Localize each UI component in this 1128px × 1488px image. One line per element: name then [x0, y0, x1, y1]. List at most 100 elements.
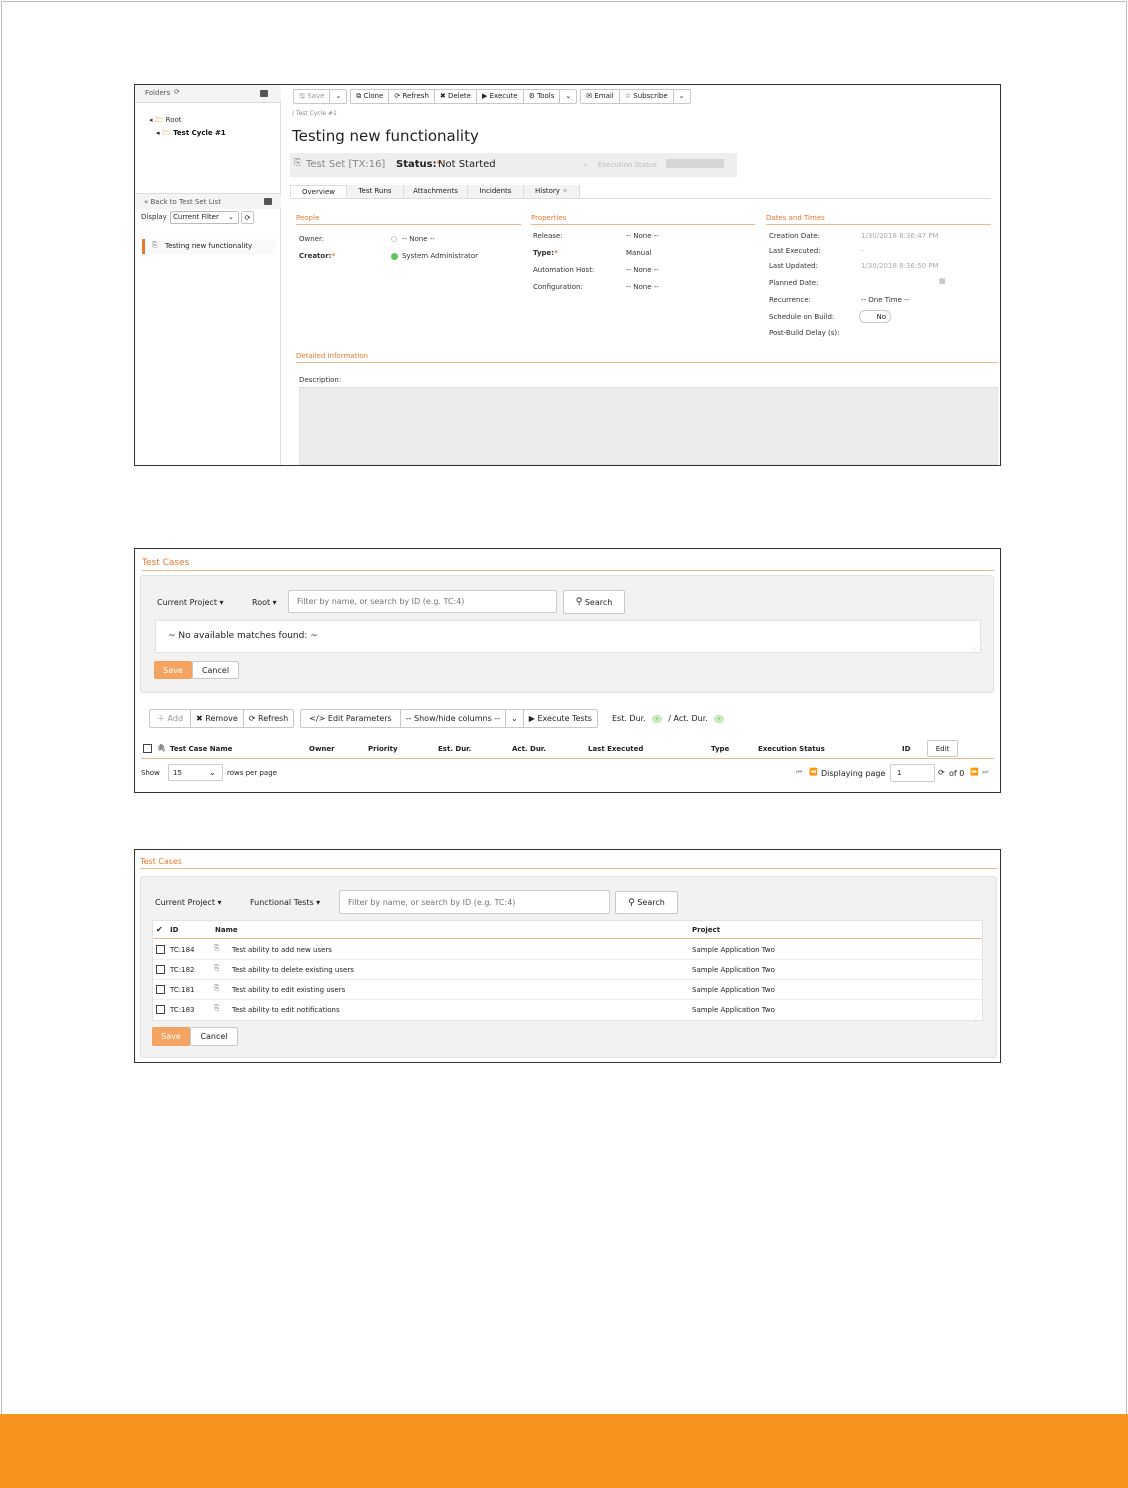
col-owner[interactable]: Owner	[309, 745, 335, 753]
next-page-icon[interactable]: ⏩	[970, 768, 979, 776]
email-button[interactable]: ✉ Email	[581, 90, 620, 103]
show-hide-columns-select[interactable]: -- Show/hide columns --	[401, 710, 507, 727]
edit-parameters-button[interactable]: </> Edit Parameters	[301, 710, 401, 727]
edit-button[interactable]: Edit	[927, 740, 958, 757]
status-label: Status:*	[396, 159, 442, 170]
save-button[interactable]: Save	[152, 1027, 190, 1046]
save-dropdown-button[interactable]: ⌄	[330, 90, 346, 103]
display-filter-select[interactable]: Current Filter ⌄	[170, 211, 239, 224]
remove-button[interactable]: ✖ Remove	[191, 710, 244, 727]
execute-button[interactable]: ▶ Execute	[477, 90, 524, 103]
list-item-selected[interactable]: ⎘ Testing new functionality	[142, 239, 276, 254]
execute-tests-button[interactable]: ▶ Execute Tests	[524, 710, 597, 727]
save-button[interactable]: 🖫 Save	[294, 90, 331, 103]
last-updated-value: 1/30/2018 8:36:50 PM	[861, 262, 939, 270]
tab-overview[interactable]: Overview	[290, 185, 347, 198]
col-execution-status[interactable]: Execution Status	[758, 745, 825, 753]
tab-incidents[interactable]: Incidents	[468, 185, 524, 198]
collapse-icon[interactable]	[264, 198, 272, 205]
search-button[interactable]: ⚲ Search	[563, 590, 625, 614]
cancel-button[interactable]: Cancel	[190, 1027, 238, 1046]
creator-value[interactable]: System Administrator	[402, 252, 478, 260]
subscribe-dropdown-button[interactable]: ⌄	[674, 90, 690, 103]
refresh-icon[interactable]: ⟳	[938, 768, 945, 777]
post-build-delay-label: Post-Build Delay (s):	[769, 329, 840, 337]
refresh-button[interactable]: ⟳ Refresh	[244, 710, 293, 727]
subscribe-button[interactable]: ☆ Subscribe	[620, 90, 674, 103]
save-button[interactable]: Save	[154, 661, 192, 679]
select-all-check-icon[interactable]: ✔	[156, 925, 163, 934]
search-button[interactable]: ⚲ Search	[615, 891, 678, 914]
left-panel: Folders ⟳ ◂ 🗁 Root ◂ 🗁 Test Cycle #1 « B…	[135, 85, 281, 465]
tools-button[interactable]: ⚙ Tools	[524, 90, 561, 103]
table-row[interactable]: TC:183 ⎘ Test ability to edit notificati…	[153, 1000, 982, 1020]
back-to-list-link[interactable]: « Back to Test Set List	[144, 198, 221, 206]
add-button[interactable]: ＋ Add	[150, 710, 192, 727]
attachment-icon: 🖇	[157, 744, 166, 752]
row-name: Test ability to delete existing users	[232, 966, 354, 974]
delete-button[interactable]: ✖ Delete	[435, 90, 477, 103]
row-checkbox[interactable]	[156, 965, 165, 974]
automation-host-value[interactable]: -- None --	[626, 266, 659, 274]
tab-test-runs[interactable]: Test Runs	[347, 185, 404, 198]
owner-value[interactable]: -- None --	[402, 235, 435, 243]
table-row[interactable]: TC:181 ⎘ Test ability to edit existing u…	[153, 980, 982, 1000]
prev-page-icon[interactable]: ⏪	[809, 768, 818, 776]
resize-handle[interactable]: ⋰	[972, 645, 978, 652]
col-type[interactable]: Type	[711, 745, 729, 753]
refresh-list-button[interactable]: ⟳	[241, 211, 254, 224]
search-input[interactable]	[339, 890, 610, 914]
folder-dropdown[interactable]: Root ▾	[252, 598, 277, 607]
search-input[interactable]	[288, 590, 557, 613]
status-value[interactable]: Not Started	[438, 159, 496, 170]
last-page-icon[interactable]: ⏭	[982, 768, 988, 777]
type-value[interactable]: Manual	[626, 249, 651, 257]
release-value[interactable]: -- None --	[626, 232, 659, 240]
chevron-down-icon[interactable]: ⌄	[506, 710, 524, 727]
test-set-details-screenshot: Folders ⟳ ◂ 🗁 Root ◂ 🗁 Test Cycle #1 « B…	[134, 84, 1001, 466]
first-page-icon[interactable]: ⏮	[796, 768, 802, 777]
tab-attachments[interactable]: Attachments	[404, 185, 468, 198]
col-priority[interactable]: Priority	[368, 745, 398, 753]
project-dropdown[interactable]: Current Project ▾	[157, 598, 224, 607]
project-dropdown[interactable]: Current Project ▾	[155, 898, 222, 907]
tree-test-cycle[interactable]: ◂ 🗁 Test Cycle #1	[156, 129, 226, 140]
tab-history[interactable]: History ✶	[524, 185, 580, 198]
row-checkbox[interactable]	[156, 985, 165, 994]
tools-dropdown-button[interactable]: ⌄	[560, 90, 576, 103]
folder-dropdown[interactable]: Functional Tests ▾	[250, 898, 320, 907]
clone-button[interactable]: ⧉ Clone	[351, 90, 390, 103]
description-editor[interactable]	[299, 387, 998, 465]
act-dur-badge: -	[713, 714, 725, 723]
breadcrumb[interactable]: / Test Cycle #1	[292, 110, 337, 117]
col-project[interactable]: Project	[692, 926, 720, 934]
row-checkbox[interactable]	[156, 1005, 165, 1014]
last-updated-label: Last Updated:	[769, 262, 818, 270]
col-last-executed[interactable]: Last Executed	[588, 745, 643, 753]
col-est-dur[interactable]: Est. Dur.	[438, 745, 471, 753]
collapse-icon[interactable]	[260, 90, 268, 97]
page-number-input[interactable]: 1	[890, 764, 935, 782]
tree-root[interactable]: ◂ 🗁 Root	[149, 116, 182, 127]
schedule-on-build-toggle[interactable]: No	[859, 310, 891, 323]
calendar-icon[interactable]: ▦	[939, 277, 946, 285]
col-id[interactable]: ID	[170, 926, 178, 934]
row-name: Test ability to edit notifications	[232, 1006, 340, 1014]
row-id: TC:184	[170, 946, 195, 954]
cancel-button[interactable]: Cancel	[192, 661, 239, 679]
col-id[interactable]: ID	[902, 745, 910, 753]
page-size-select[interactable]: 15 ⌄	[168, 764, 223, 781]
col-test-case-name[interactable]: Test Case Name	[170, 745, 232, 753]
table-row[interactable]: TC:182 ⎘ Test ability to delete existing…	[153, 960, 982, 980]
chevron-down-icon: ⌄	[209, 768, 216, 777]
select-all-checkbox[interactable]	[143, 744, 152, 753]
refresh-button[interactable]: ⟳ Refresh	[389, 90, 435, 103]
col-name[interactable]: Name	[215, 926, 238, 934]
resize-handle[interactable]: ⋰	[974, 1013, 980, 1020]
configuration-value[interactable]: -- None --	[626, 283, 659, 291]
table-row[interactable]: TC:184 ⎘ Test ability to add new users S…	[153, 940, 982, 960]
row-checkbox[interactable]	[156, 945, 165, 954]
col-act-dur[interactable]: Act. Dur.	[512, 745, 546, 753]
refresh-icon[interactable]: ⟳	[174, 88, 180, 96]
recurrence-value[interactable]: -- One Time --	[861, 296, 909, 304]
